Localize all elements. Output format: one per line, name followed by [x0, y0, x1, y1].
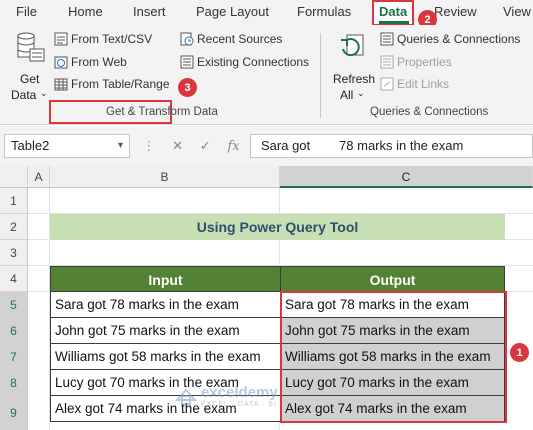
table-icon [54, 78, 68, 91]
tab-home[interactable]: Home [68, 4, 103, 19]
recent-sources-label: Recent Sources [197, 32, 283, 46]
globe-icon [54, 56, 68, 69]
from-web-label: From Web [71, 55, 127, 69]
header-output[interactable]: Output [280, 266, 505, 292]
from-text-csv-label: From Text/CSV [71, 32, 153, 46]
row-header-6[interactable]: 6 [0, 318, 28, 344]
more-icon: ⋮ [142, 138, 156, 153]
active-tab-underline [379, 21, 409, 24]
cancel-icon[interactable]: ✕ [172, 138, 183, 154]
from-text-csv-button[interactable]: From Text/CSV [54, 32, 152, 46]
sheet-title: Using Power Query Tool [50, 214, 505, 240]
tab-insert[interactable]: Insert [133, 4, 166, 19]
group-label-queries: Queries & Connections [370, 106, 489, 118]
name-box[interactable]: Table2 ▾ [4, 134, 130, 158]
text-file-icon [54, 32, 68, 46]
recent-sources-button[interactable]: Recent Sources [180, 32, 282, 46]
watermark: exceldemy EXCEL · DATA · BI [175, 384, 278, 408]
column-header-c[interactable]: C [280, 166, 533, 188]
get-data-label-1: Get [20, 72, 40, 86]
watermark-name: exceldemy [201, 384, 278, 401]
tab-view[interactable]: View [503, 4, 531, 19]
input-cell[interactable]: John got 75 marks in the exam [50, 318, 281, 344]
chevron-down-icon: ⌄ [357, 88, 365, 98]
from-table-range-label: From Table/Range [71, 77, 170, 91]
link-icon [380, 77, 394, 91]
properties-icon [380, 55, 394, 69]
connections-icon [180, 55, 194, 69]
formula-input[interactable]: Sara got 78 marks in the exam [250, 134, 533, 158]
ribbon-data: Get Data ⌄ From Text/CSV From Web From T… [0, 25, 533, 125]
refresh-all-label-2: All [340, 88, 354, 102]
get-data-button[interactable]: Get Data ⌄ [8, 31, 48, 102]
row-header-4[interactable]: 4 [0, 266, 28, 292]
select-all-corner[interactable] [0, 166, 28, 188]
properties-label: Properties [397, 55, 452, 69]
clock-icon [180, 32, 194, 46]
ribbon-tab-bar: File Home Insert Page Layout Formulas Da… [0, 0, 533, 26]
queries-connections-button[interactable]: Queries & Connections [380, 32, 520, 46]
group-label-get-transform: Get & Transform Data [106, 106, 218, 118]
row-header-1[interactable]: 1 [0, 188, 28, 214]
tab-data[interactable]: Data [379, 4, 407, 19]
tab-formulas[interactable]: Formulas [297, 4, 351, 19]
fx-icon[interactable]: fx [227, 139, 239, 154]
existing-connections-label: Existing Connections [197, 55, 310, 69]
enter-icon[interactable]: ✓ [200, 138, 211, 154]
tab-review[interactable]: Review [434, 4, 477, 19]
column-header-a[interactable]: A [28, 166, 50, 188]
refresh-all-button[interactable]: Refresh All ⌄ [330, 31, 376, 102]
column-header-b[interactable]: B [50, 166, 280, 188]
name-box-value: Table2 [11, 138, 50, 153]
chevron-down-icon: ▾ [117, 140, 123, 151]
properties-button[interactable]: Properties [380, 55, 452, 69]
row-header-5[interactable]: 5 [0, 292, 28, 318]
database-icon [17, 32, 45, 62]
row-header-9[interactable]: 9 [0, 396, 28, 430]
watermark-tagline: EXCEL · DATA · BI [201, 401, 277, 408]
step-badge-3: 3 [178, 78, 197, 97]
selection-highlight [280, 291, 507, 423]
from-web-button[interactable]: From Web [54, 55, 127, 69]
tab-page-layout[interactable]: Page Layout [196, 4, 269, 19]
edit-links-label: Edit Links [397, 77, 450, 91]
tab-file[interactable]: File [16, 4, 37, 19]
queries-icon [380, 32, 394, 46]
chevron-down-icon: ⌄ [40, 88, 48, 98]
input-cell[interactable]: Williams got 58 marks in the exam [50, 344, 281, 370]
row-header-2[interactable]: 2 [0, 214, 28, 240]
get-data-label-2: Data [11, 88, 37, 102]
input-cell[interactable]: Sara got 78 marks in the exam [50, 292, 281, 318]
row-header-7[interactable]: 7 [0, 344, 28, 370]
refresh-all-label-1: Refresh [333, 72, 376, 86]
queries-connections-label: Queries & Connections [397, 32, 521, 46]
formula-buttons: ⋮ ✕ ✓ fx [134, 134, 248, 158]
step-badge-1: 1 [510, 343, 529, 362]
row-header-8[interactable]: 8 [0, 370, 28, 396]
header-input[interactable]: Input [50, 266, 281, 292]
refresh-icon [341, 34, 364, 56]
group-separator [320, 33, 321, 118]
from-table-range-button[interactable]: From Table/Range [54, 77, 170, 91]
existing-connections-button[interactable]: Existing Connections [180, 55, 309, 69]
exceldemy-logo-icon [175, 388, 197, 405]
edit-links-button[interactable]: Edit Links [380, 77, 449, 91]
formula-bar: Table2 ▾ ⋮ ✕ ✓ fx Sara got 78 marks in t… [0, 126, 533, 166]
row-header-3[interactable]: 3 [0, 240, 28, 266]
